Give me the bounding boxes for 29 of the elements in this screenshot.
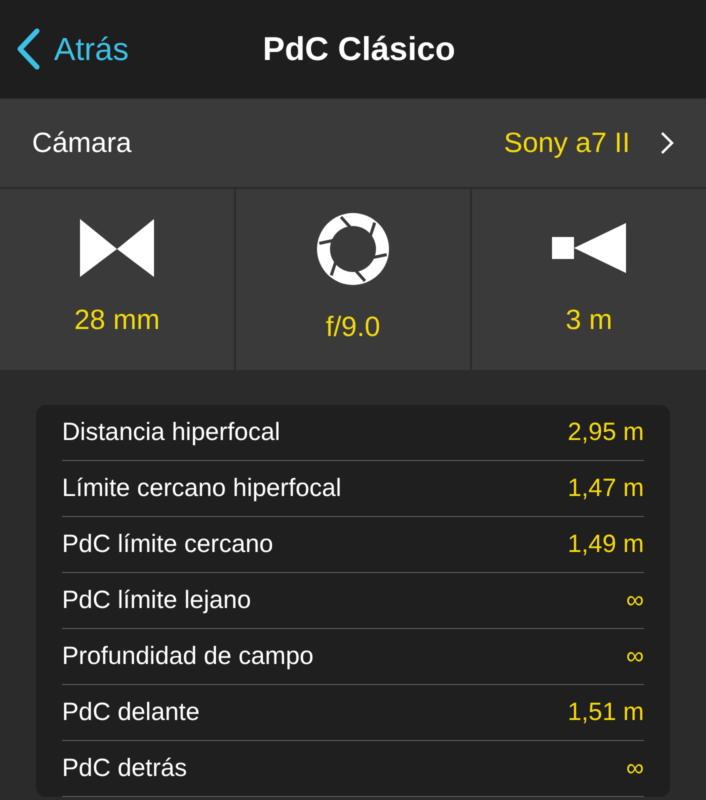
bowtie-icon bbox=[80, 218, 154, 278]
camera-value: Sony a7 II bbox=[504, 126, 630, 160]
camera-row[interactable]: Cámara Sony a7 II bbox=[0, 99, 706, 187]
result-label: PdC detrás bbox=[62, 752, 188, 784]
chevron-icon bbox=[660, 131, 674, 155]
back-button[interactable]: Atrás bbox=[0, 0, 129, 98]
parameter-value: 3 m bbox=[566, 302, 612, 336]
aperture-icon bbox=[316, 212, 390, 286]
back-chevron-icon bbox=[16, 28, 40, 70]
parameter-tile[interactable]: 28 mm bbox=[0, 189, 234, 370]
result-label: Profundidad de campo bbox=[62, 640, 314, 672]
parameter-tile[interactable]: 3 m bbox=[472, 189, 706, 370]
parameter-tile[interactable]: f/9.0 bbox=[236, 189, 470, 370]
parameter-value: 28 mm bbox=[74, 302, 160, 336]
result-label: PdC delante bbox=[62, 696, 200, 728]
result-value: ∞ bbox=[626, 752, 644, 784]
result-value: 2,95 m bbox=[568, 416, 644, 448]
result-value: 1,47 m bbox=[568, 472, 644, 504]
camera-label: Cámara bbox=[32, 126, 132, 160]
result-label: Límite cercano hiperfocal bbox=[62, 472, 342, 504]
parameter-value: f/9.0 bbox=[326, 310, 380, 344]
screen-title: PdC Clásico bbox=[262, 29, 456, 70]
result-value: ∞ bbox=[626, 640, 644, 672]
result-value: 1,49 m bbox=[568, 528, 644, 560]
result-label: PdC límite cercano bbox=[62, 528, 274, 560]
result-value: ∞ bbox=[626, 584, 644, 616]
result-label: PdC límite lejano bbox=[62, 584, 251, 616]
result-value: 1,51 m bbox=[568, 696, 644, 728]
result-label: Distancia hiperfocal bbox=[62, 416, 280, 448]
